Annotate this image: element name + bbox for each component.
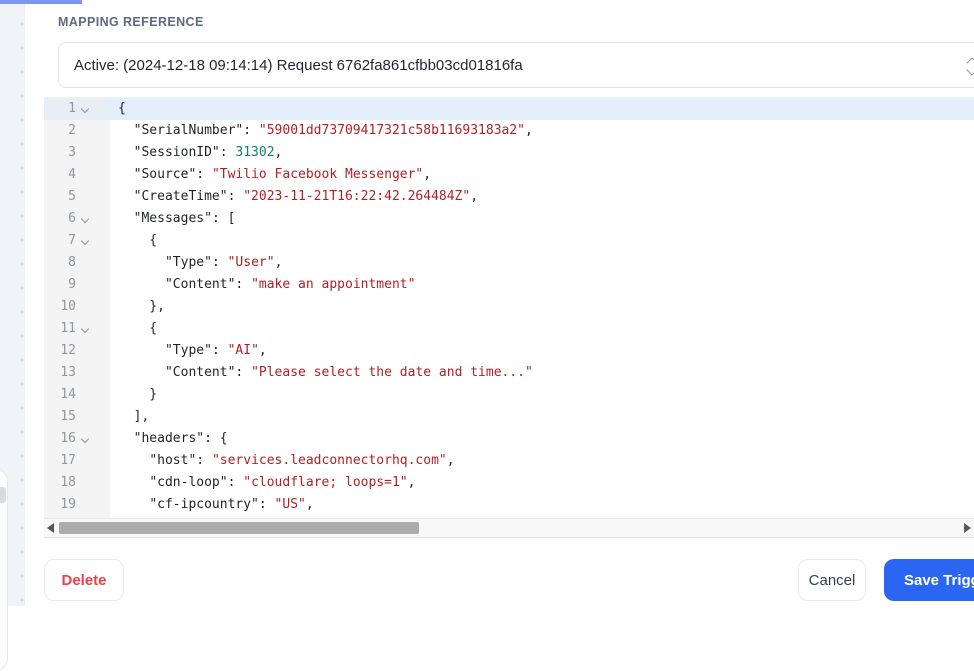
code-text: ], xyxy=(118,409,150,424)
code-text: "Type": "User", xyxy=(164,255,283,270)
code-text: "Type": "AI", xyxy=(164,343,267,358)
line-number: 13 xyxy=(60,365,76,380)
fold-chevron-icon[interactable] xyxy=(80,324,90,334)
horizontal-scrollbar[interactable] xyxy=(44,518,974,537)
code-text: "Content": "make an appointment" xyxy=(164,277,416,292)
line-number: 19 xyxy=(60,497,76,512)
line-number: 17 xyxy=(60,453,76,468)
gutter-cell: 6 xyxy=(44,208,110,230)
code-line[interactable]: 8 "Type": "User", xyxy=(44,252,974,274)
line-number: 10 xyxy=(60,299,76,314)
code-text: "CreateTime": "2023-11-21T16:22:42.26448… xyxy=(133,189,479,204)
gutter-cell: 13 xyxy=(44,362,110,384)
mapping-reference-label: MAPPING REFERENCE xyxy=(58,15,204,29)
gutter-cell: 14 xyxy=(44,384,110,406)
gutter-cell: 18 xyxy=(44,472,110,494)
top-accent-bar xyxy=(0,0,82,4)
code-line[interactable]: 3 "SessionID": 31302, xyxy=(44,142,974,164)
line-number: 9 xyxy=(68,277,76,292)
fold-chevron-icon[interactable] xyxy=(80,434,90,444)
line-number: 11 xyxy=(60,321,76,336)
partial-node-element xyxy=(0,487,6,503)
gutter-cell: 4 xyxy=(44,164,110,186)
code-text: "cdn-loop": "cloudflare; loops=1", xyxy=(149,475,416,490)
gutter-cell: 10 xyxy=(44,296,110,318)
code-text: "SerialNumber": "59001dd73709417321c58b1… xyxy=(133,123,533,138)
fold-chevron-icon[interactable] xyxy=(80,236,90,246)
select-caret-icon xyxy=(965,56,974,76)
line-number: 5 xyxy=(68,189,76,204)
code-text: { xyxy=(118,321,158,336)
gutter-cell: 3 xyxy=(44,142,110,164)
gutter-cell: 5 xyxy=(44,186,110,208)
code-text: "host": "services.leadconnectorhq.com", xyxy=(149,453,455,468)
code-line[interactable]: 13 "Content": "Please select the date an… xyxy=(44,362,974,384)
line-number: 16 xyxy=(60,431,76,446)
line-number: 15 xyxy=(60,409,76,424)
code-text: { xyxy=(118,101,126,116)
code-line[interactable]: 10 }, xyxy=(44,296,974,318)
code-text: "headers": { xyxy=(133,431,228,446)
code-line[interactable]: 18 "cdn-loop": "cloudflare; loops=1", xyxy=(44,472,974,494)
gutter-cell: 2 xyxy=(44,120,110,142)
gutter-cell: 15 xyxy=(44,406,110,428)
line-number: 3 xyxy=(68,145,76,160)
cancel-button[interactable]: Cancel xyxy=(798,559,866,601)
json-code-editor[interactable]: 1{2 "SerialNumber": "59001dd73709417321c… xyxy=(44,97,974,538)
code-line[interactable]: 1{ xyxy=(44,98,974,120)
code-line[interactable]: 2 "SerialNumber": "59001dd73709417321c58… xyxy=(44,120,974,142)
gutter-cell: 9 xyxy=(44,274,110,296)
code-line[interactable]: 19 "cf-ipcountry": "US", xyxy=(44,494,974,516)
code-line[interactable]: 9 "Content": "make an appointment" xyxy=(44,274,974,296)
save-trigger-button[interactable]: Save Trigger xyxy=(884,559,974,601)
code-text: "Messages": [ xyxy=(133,211,236,226)
selected-reference-value: Active: (2024-12-18 09:14:14) Request 67… xyxy=(74,56,523,74)
code-line[interactable]: 4 "Source": "Twilio Facebook Messenger", xyxy=(44,164,974,186)
line-number: 1 xyxy=(68,101,76,116)
scroll-left-icon[interactable] xyxy=(47,523,54,533)
code-text: "Content": "Please select the date and t… xyxy=(164,365,533,380)
chevron-down-icon xyxy=(966,64,974,76)
code-line[interactable]: 7 { xyxy=(44,230,974,252)
code-text: "cf-ipcountry": "US", xyxy=(149,497,314,512)
code-lines: 1{2 "SerialNumber": "59001dd73709417321c… xyxy=(44,98,974,519)
code-text: "Source": "Twilio Facebook Messenger", xyxy=(133,167,432,182)
code-line[interactable]: 12 "Type": "AI", xyxy=(44,340,974,362)
fold-chevron-icon[interactable] xyxy=(80,104,90,114)
gutter-cell: 8 xyxy=(44,252,110,274)
gutter-cell: 19 xyxy=(44,494,110,516)
scrollbar-thumb[interactable] xyxy=(59,522,419,534)
line-number: 4 xyxy=(68,167,76,182)
gutter-cell: 11 xyxy=(44,318,110,340)
scroll-right-icon[interactable] xyxy=(964,523,971,533)
line-number: 12 xyxy=(60,343,76,358)
line-number: 2 xyxy=(68,123,76,138)
fold-chevron-icon[interactable] xyxy=(80,214,90,224)
code-text: } xyxy=(118,387,158,402)
mapping-reference-select[interactable]: Active: (2024-12-18 09:14:14) Request 67… xyxy=(58,42,974,88)
gutter-cell: 12 xyxy=(44,340,110,362)
code-line[interactable]: 17 "host": "services.leadconnectorhq.com… xyxy=(44,450,974,472)
code-line[interactable]: 15 ], xyxy=(44,406,974,428)
gutter-cell: 1 xyxy=(44,98,110,120)
code-text: }, xyxy=(118,299,165,314)
delete-button[interactable]: Delete xyxy=(44,559,124,601)
gutter-cell: 17 xyxy=(44,450,110,472)
line-number: 8 xyxy=(68,255,76,270)
line-number: 6 xyxy=(68,211,76,226)
line-number: 14 xyxy=(60,387,76,402)
code-line[interactable]: 5 "CreateTime": "2023-11-21T16:22:42.264… xyxy=(44,186,974,208)
code-line[interactable]: 14 } xyxy=(44,384,974,406)
code-line[interactable]: 6 "Messages": [ xyxy=(44,208,974,230)
gutter-cell: 7 xyxy=(44,230,110,252)
code-line[interactable]: 11 { xyxy=(44,318,974,340)
line-number: 18 xyxy=(60,475,76,490)
line-number: 7 xyxy=(68,233,76,248)
gutter-cell: 16 xyxy=(44,428,110,450)
code-line[interactable]: 16 "headers": { xyxy=(44,428,974,450)
code-text: "SessionID": 31302, xyxy=(133,145,283,160)
code-text: { xyxy=(118,233,158,248)
